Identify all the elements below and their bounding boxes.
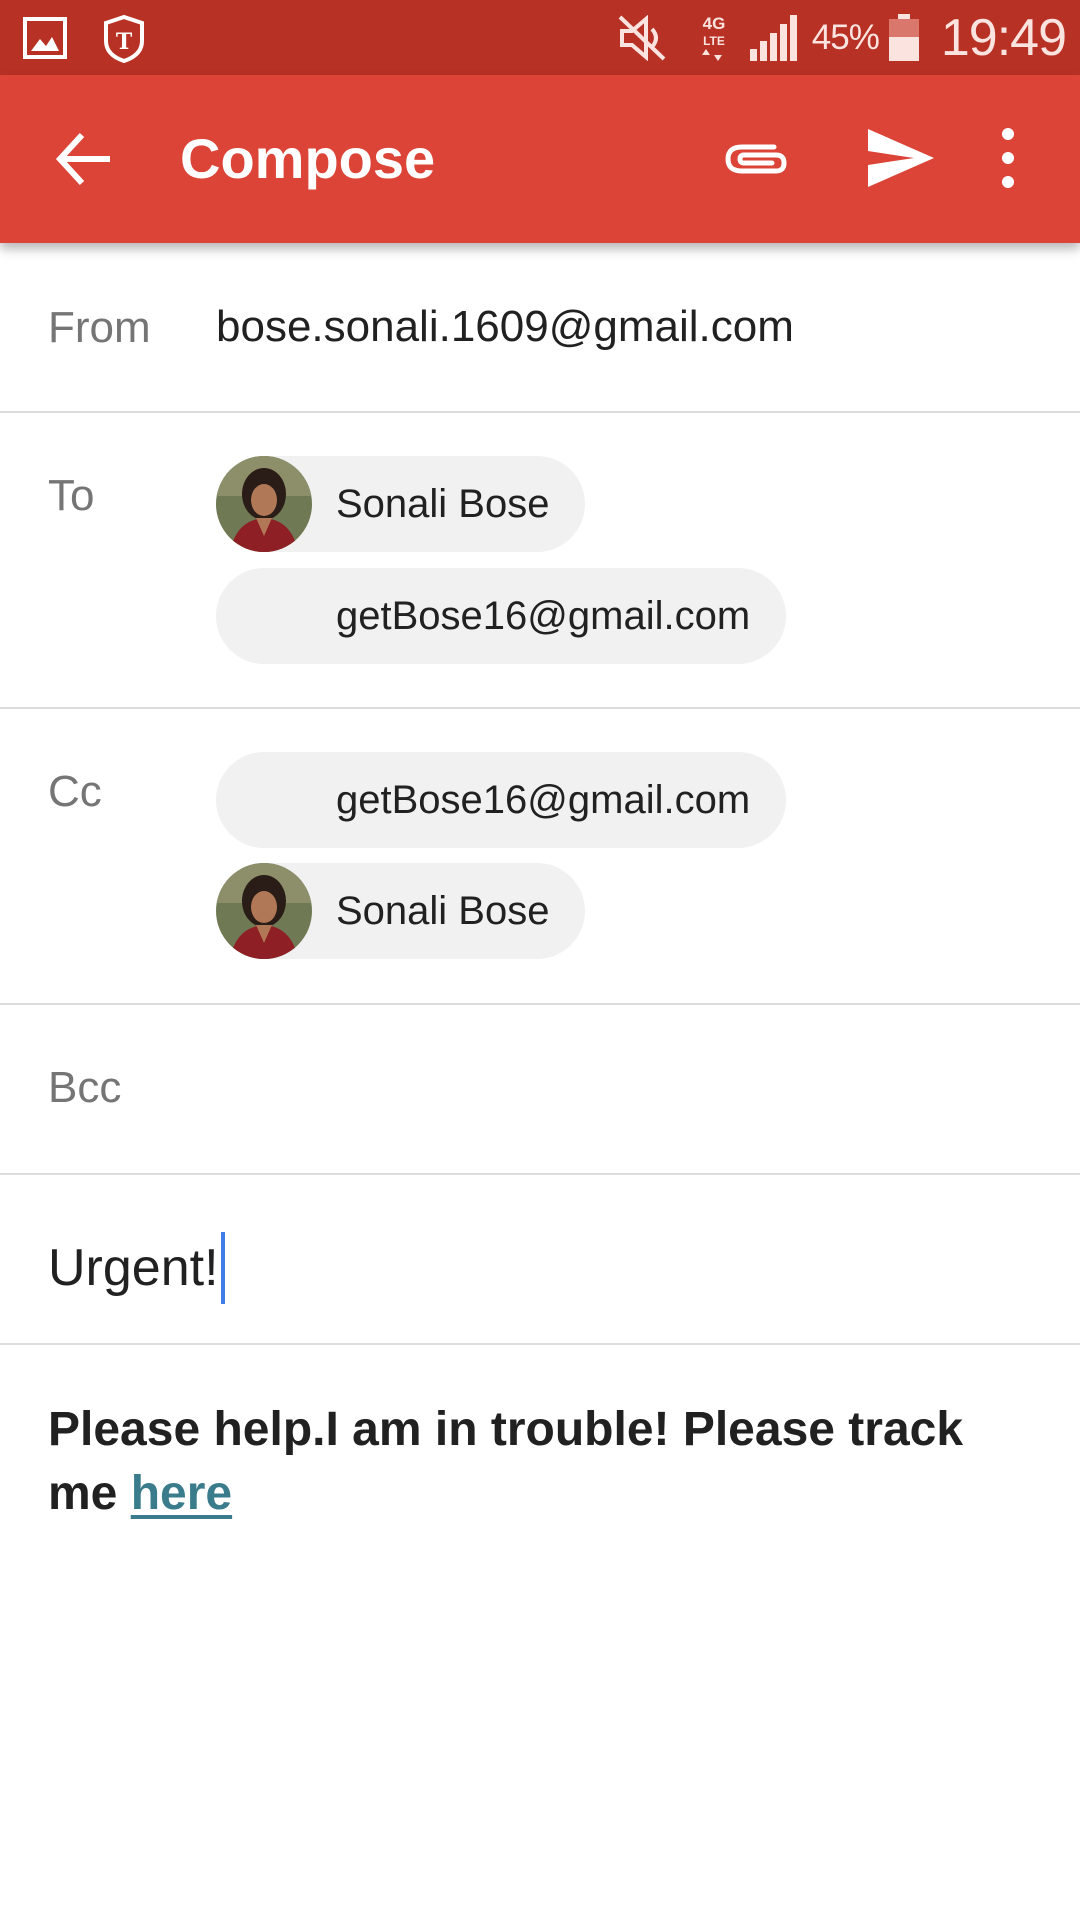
more-options-icon[interactable]	[990, 125, 1026, 191]
recipient-name: Sonali Bose	[336, 481, 550, 526]
t-mobile-app-icon: T	[104, 14, 144, 63]
back-arrow-icon[interactable]	[52, 127, 116, 191]
app-bar: Compose	[0, 75, 1080, 243]
attach-icon[interactable]	[722, 127, 790, 191]
avatar	[216, 456, 312, 552]
battery-percent: 45%	[811, 17, 880, 57]
cc-label: Cc	[48, 767, 102, 816]
body-link[interactable]: here	[131, 1467, 232, 1520]
text-cursor	[220, 1232, 225, 1304]
from-address[interactable]: bose.sonali.1609@gmail.com	[216, 302, 794, 352]
to-label: To	[48, 471, 95, 520]
clock: 19:49	[940, 8, 1067, 67]
lte-icon: 4G LTE	[701, 14, 725, 61]
bcc-row[interactable]: Bcc	[0, 1005, 1080, 1175]
svg-text:T: T	[116, 29, 133, 55]
recipient-email: getBose16@gmail.com	[336, 777, 751, 822]
subject-field[interactable]: Urgent!	[48, 1232, 225, 1304]
subject-text: Urgent!	[48, 1239, 219, 1297]
recipient-chip[interactable]: getBose16@gmail.com	[216, 752, 787, 848]
recipient-email: getBose16@gmail.com	[336, 593, 751, 638]
gallery-icon	[23, 17, 67, 59]
recipient-name: Sonali Bose	[336, 888, 550, 933]
signal-icon	[749, 14, 797, 61]
mute-icon	[618, 14, 666, 61]
battery-icon	[888, 13, 919, 61]
bcc-label: Bcc	[48, 1063, 122, 1112]
avatar	[216, 863, 312, 959]
status-bar: T 4G LTE 45% 19:49	[0, 0, 1080, 75]
recipient-chip[interactable]: Sonali Bose	[216, 863, 586, 959]
from-label: From	[48, 303, 151, 352]
svg-text:LTE: LTE	[703, 34, 725, 48]
svg-text:4G: 4G	[702, 14, 725, 33]
message-body[interactable]: Please help.I am in trouble! Please trac…	[48, 1398, 1038, 1526]
page-title: Compose	[180, 127, 436, 190]
recipient-chip[interactable]: getBose16@gmail.com	[216, 568, 787, 664]
send-icon[interactable]	[866, 125, 936, 191]
recipient-chip[interactable]: Sonali Bose	[216, 456, 586, 552]
